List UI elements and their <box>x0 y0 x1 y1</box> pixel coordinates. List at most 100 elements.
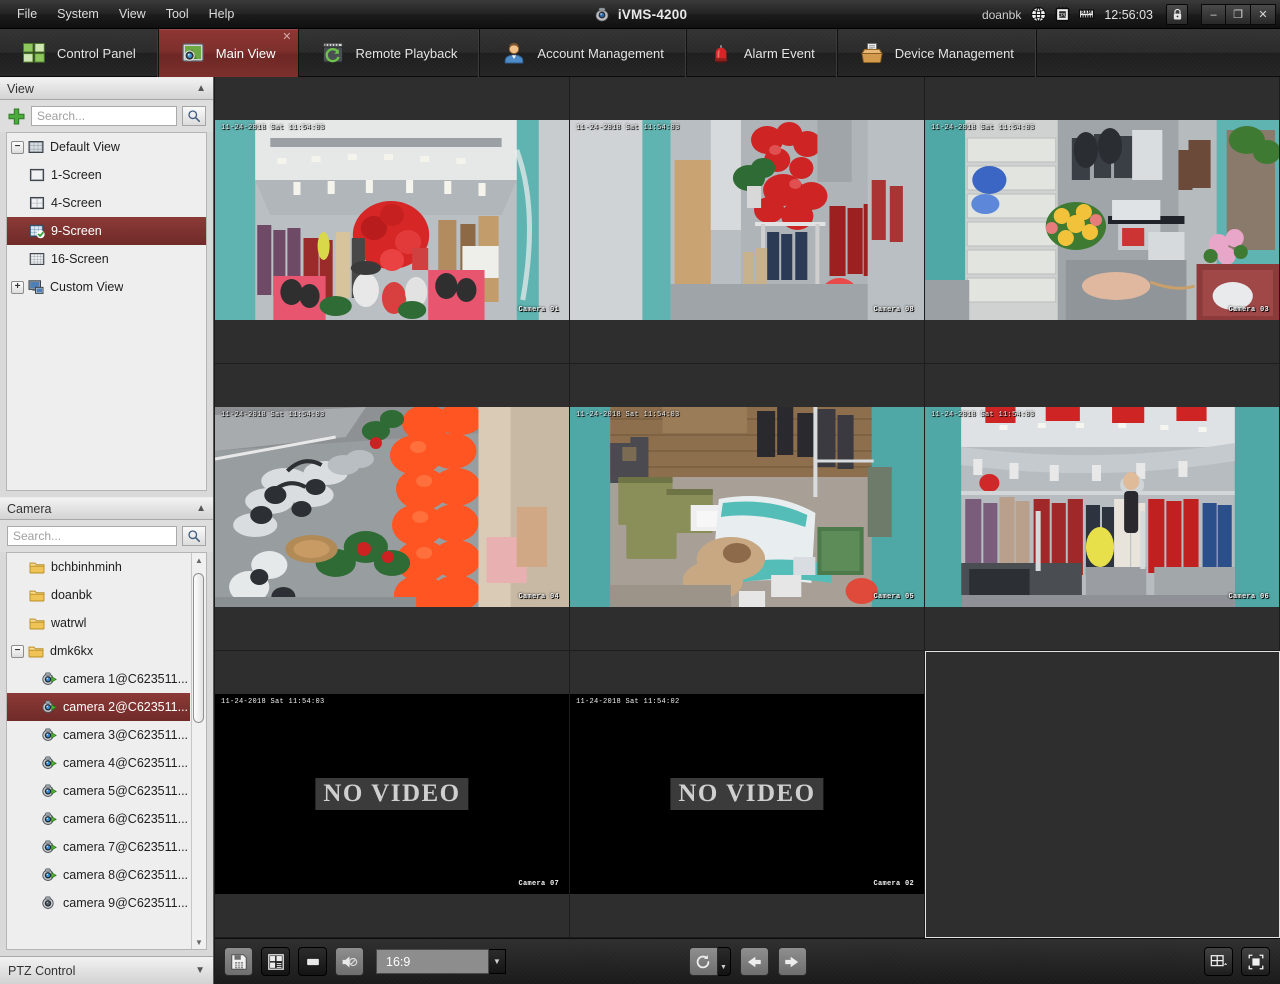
window-controls: – ❐ ✕ <box>1201 4 1276 25</box>
chevron-down-icon[interactable]: ▼ <box>195 965 205 976</box>
camera-online-icon <box>41 783 57 799</box>
window-division-icon[interactable] <box>1204 947 1233 976</box>
nav-tab-control-panel[interactable]: Control Panel <box>0 29 159 77</box>
video-cell-8[interactable]: NO VIDEO 11-24-2018 Sat 11:54:02 Camera 02 <box>570 651 925 938</box>
device-management-icon <box>860 42 884 64</box>
video-cell-9[interactable] <box>925 651 1280 938</box>
scrollbar-thumb[interactable] <box>193 573 204 723</box>
video-cell-5[interactable]: 11-24-2018 Sat 11:54:03 Camera 05 <box>570 364 925 651</box>
menu-item-tool[interactable]: Tool <box>157 4 198 25</box>
main-view-icon <box>181 42 205 64</box>
tree-item-4-screen[interactable]: 4-Screen <box>7 189 206 217</box>
camera-scene-6 <box>925 407 1279 607</box>
tree-item-camera-1-c623511[interactable]: camera 1@C623511... <box>7 665 190 693</box>
camera-tree-scrollbar[interactable]: ▲ ▼ <box>191 553 206 949</box>
toolbar-right-group <box>1204 947 1270 976</box>
cpu-icon[interactable]: CPU <box>1054 6 1071 23</box>
camera-online-icon <box>41 867 57 883</box>
view-tree[interactable]: − Default View 1-Screen 4-Screen 9-Scree… <box>6 132 207 491</box>
osd-timestamp: 11-24-2018 Sat 11:54:03 <box>931 411 1035 419</box>
tree-item-default-view[interactable]: − Default View <box>7 133 206 161</box>
screen-9-icon <box>29 223 45 239</box>
tree-item-camera-6-c623511[interactable]: camera 6@C623511... <box>7 805 190 833</box>
left-sidebar: View ▲ Search... − Default View 1-Screen… <box>0 77 214 984</box>
video-cell-7[interactable]: NO VIDEO 11-24-2018 Sat 11:54:03 Camera 07 <box>215 651 570 938</box>
camera-logo-icon <box>593 6 611 23</box>
chevron-up-icon[interactable]: ▲ <box>196 83 206 94</box>
tree-item-16-screen[interactable]: 16-Screen <box>7 245 206 273</box>
tree-item-label: 9-Screen <box>51 224 102 238</box>
camera-panel-header[interactable]: Camera ▲ <box>0 497 213 520</box>
ram-icon[interactable]: RAM <box>1078 6 1095 23</box>
osd-timestamp: 11-24-2018 Sat 11:54:03 <box>931 124 1035 132</box>
nav-tab-remote-playback[interactable]: Remote Playback <box>299 29 481 77</box>
collapse-expander-icon[interactable]: − <box>11 140 24 154</box>
plus-icon[interactable] <box>7 107 26 126</box>
tree-item-label: camera 2@C623511... <box>63 700 189 714</box>
ptz-control-header[interactable]: PTZ Control ▼ <box>0 956 213 984</box>
camera-search-button[interactable] <box>182 526 206 546</box>
previous-page-icon[interactable] <box>739 947 769 976</box>
tree-item-camera-7-c623511[interactable]: camera 7@C623511... <box>7 833 190 861</box>
tree-item-9-screen[interactable]: 9-Screen <box>7 217 206 245</box>
restore-button[interactable]: ❐ <box>1226 4 1251 25</box>
globe-icon[interactable] <box>1030 6 1047 23</box>
camera-scene-3 <box>925 120 1279 320</box>
fullscreen-icon[interactable] <box>1241 947 1270 976</box>
chevron-up-icon[interactable]: ▲ <box>196 503 206 514</box>
tree-item-doanbk[interactable]: doanbk <box>7 581 190 609</box>
video-cell-6[interactable]: 11-24-2018 Sat 11:54:03 Camera 06 <box>925 364 1280 651</box>
minimize-button[interactable]: – <box>1201 4 1226 25</box>
tab-close-icon[interactable]: ✕ <box>282 32 291 43</box>
osd-timestamp: 11-24-2018 Sat 11:54:03 <box>221 698 325 706</box>
tree-item-camera-9-c623511[interactable]: camera 9@C623511... <box>7 889 190 917</box>
camera-scene-2 <box>570 120 924 320</box>
tree-item-dmk6kx[interactable]: − dmk6kx <box>7 637 190 665</box>
view-search-button[interactable] <box>182 106 206 126</box>
tree-item-label: Custom View <box>50 280 124 294</box>
video-cell-4[interactable]: 11-24-2018 Sat 11:54:03 Camera 04 <box>215 364 570 651</box>
control-panel-icon <box>22 42 46 64</box>
collapse-expander-icon[interactable]: − <box>11 644 24 658</box>
chevron-down-icon[interactable]: ▼ <box>717 947 731 976</box>
scrollbar-track[interactable] <box>192 567 206 935</box>
auto-switch-icon[interactable] <box>688 947 718 976</box>
next-page-icon[interactable] <box>777 947 807 976</box>
video-cell-2[interactable]: 11-24-2018 Sat 11:54:03 Camera 08 <box>570 77 925 364</box>
menu-item-view[interactable]: View <box>110 4 155 25</box>
lock-icon[interactable] <box>1166 4 1188 25</box>
nav-tab-main-view[interactable]: Main View ✕ <box>158 29 299 77</box>
expand-expander-icon[interactable]: + <box>11 280 24 294</box>
video-cell-1[interactable]: 11-24-2018 Sat 11:54:03 Camera 01 <box>215 77 570 364</box>
nav-tab-account-management[interactable]: Account Management <box>480 29 687 77</box>
tree-item-camera-5-c623511[interactable]: camera 5@C623511... <box>7 777 190 805</box>
menu-item-file[interactable]: File <box>8 4 46 25</box>
tree-item-label: 4-Screen <box>51 196 102 210</box>
scroll-down-arrow-icon[interactable]: ▼ <box>193 935 206 949</box>
tree-item-camera-8-c623511[interactable]: camera 8@C623511... <box>7 861 190 889</box>
camera-tree[interactable]: bchbinhminh doanbk watrwl − dmk6kx camera… <box>6 552 207 950</box>
video-frame-6: 11-24-2018 Sat 11:54:03 Camera 06 <box>925 407 1279 607</box>
view-panel-header[interactable]: View ▲ <box>0 77 213 100</box>
tree-item-custom-view[interactable]: + Custom View <box>7 273 206 301</box>
tree-item-camera-4-c623511[interactable]: camera 4@C623511... <box>7 749 190 777</box>
video-cell-3[interactable]: 11-24-2018 Sat 11:54:03 Camera 03 <box>925 77 1280 364</box>
menu-item-system[interactable]: System <box>48 4 108 25</box>
nav-tab-device-management[interactable]: Device Management <box>838 29 1037 77</box>
scroll-up-arrow-icon[interactable]: ▲ <box>193 553 206 567</box>
nav-tab-alarm-event[interactable]: Alarm Event <box>687 29 838 77</box>
tree-item-bchbinhminh[interactable]: bchbinhminh <box>7 553 190 581</box>
nav-tab-label: Main View <box>215 45 276 61</box>
view-search-input[interactable]: Search... <box>31 106 177 126</box>
tree-item-camera-2-c623511[interactable]: camera 2@C623511... <box>7 693 190 721</box>
auto-switch-button[interactable]: ▼ <box>688 947 731 976</box>
tree-item-camera-3-c623511[interactable]: camera 3@C623511... <box>7 721 190 749</box>
close-button[interactable]: ✕ <box>1251 4 1276 25</box>
menu-item-help[interactable]: Help <box>200 4 244 25</box>
tree-item-watrwl[interactable]: watrwl <box>7 609 190 637</box>
search-icon <box>188 530 201 543</box>
camera-search-input[interactable]: Search... <box>7 526 177 546</box>
tree-item-1-screen[interactable]: 1-Screen <box>7 161 206 189</box>
camera-search-row: Search... <box>0 520 213 552</box>
tree-item-label: 16-Screen <box>51 252 109 266</box>
